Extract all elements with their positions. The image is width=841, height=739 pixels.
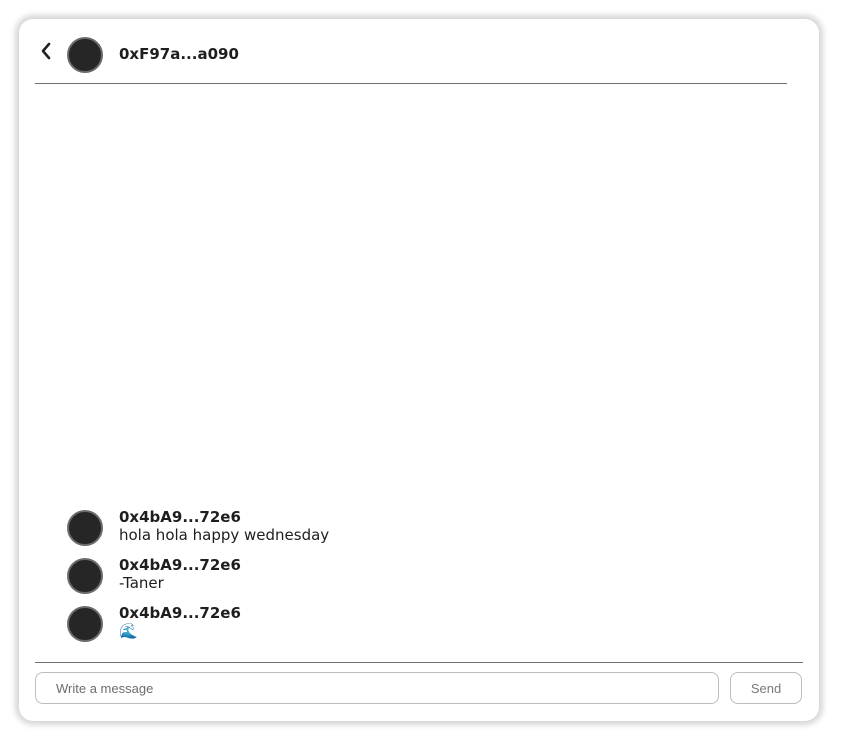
conversation-title: 0xF97a...a090	[119, 45, 239, 63]
message-item: 0x4bA9...72e6 🌊	[67, 603, 767, 651]
message-author: 0x4bA9...72e6	[119, 508, 241, 526]
message-input[interactable]	[35, 672, 719, 704]
message-item: 0x4bA9...72e6 hola hola happy wednesday	[67, 507, 767, 555]
chat-window: 0xF97a...a090 0x4bA9...72e6 hola hola ha…	[19, 19, 819, 721]
avatar	[67, 558, 103, 594]
message-text: hola hola happy wednesday	[119, 526, 330, 544]
avatar	[67, 37, 103, 73]
message-list: 0x4bA9...72e6 hola hola happy wednesday …	[67, 507, 767, 651]
message-author: 0x4bA9...72e6	[119, 556, 241, 574]
avatar	[67, 606, 103, 642]
send-button[interactable]: Send	[730, 672, 802, 704]
avatar	[67, 510, 103, 546]
back-button[interactable]	[39, 42, 53, 60]
message-text: -Taner	[119, 574, 164, 592]
chevron-left-icon	[41, 42, 51, 60]
message-item: 0x4bA9...72e6 -Taner	[67, 555, 767, 603]
message-text: 🌊	[119, 622, 138, 640]
message-author: 0x4bA9...72e6	[119, 604, 241, 622]
chat-header: 0xF97a...a090	[35, 19, 787, 84]
composer-divider	[35, 662, 803, 663]
